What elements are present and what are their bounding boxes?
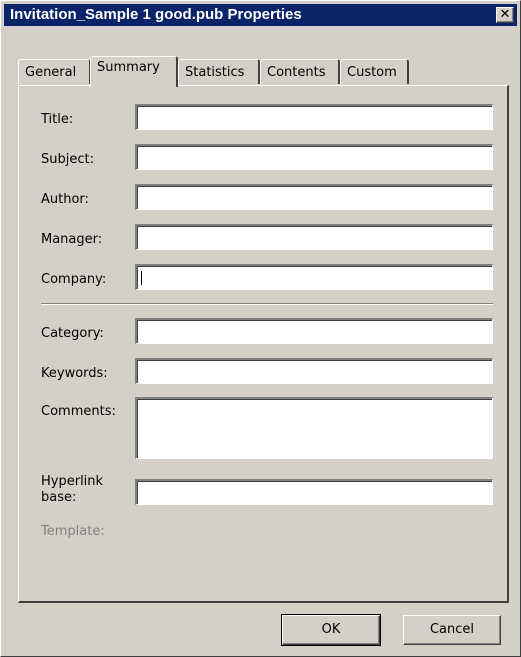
company-field[interactable] — [135, 264, 493, 290]
subject-field[interactable] — [135, 144, 493, 170]
keywords-label: Keywords: — [41, 366, 108, 381]
close-button[interactable]: ✕ — [496, 7, 514, 23]
ok-button[interactable]: OK — [281, 614, 381, 646]
tab-contents[interactable]: Contents — [260, 59, 340, 84]
hyperlink-label-line2: base: — [41, 490, 77, 505]
manager-label: Manager: — [41, 232, 103, 247]
subject-label: Subject: — [41, 152, 94, 167]
tab-statistics[interactable]: Statistics — [178, 59, 260, 84]
manager-field[interactable] — [135, 224, 493, 250]
tab-summary[interactable]: Summary — [90, 56, 178, 87]
summary-panel: Title: Subject: Author: Manager: Company… — [18, 85, 509, 603]
title-bar[interactable]: Invitation_Sample 1 good.pub Properties … — [4, 4, 517, 26]
keywords-field[interactable] — [135, 358, 493, 384]
author-field[interactable] — [135, 184, 493, 210]
cancel-button[interactable]: Cancel — [403, 615, 501, 645]
template-label: Template: — [41, 524, 105, 539]
author-label: Author: — [41, 192, 89, 207]
comments-label: Comments: — [41, 404, 116, 419]
category-label: Category: — [41, 326, 104, 341]
separator — [41, 303, 493, 305]
category-field[interactable] — [135, 318, 493, 344]
hyperlink-base-field[interactable] — [135, 479, 493, 505]
text-caret — [141, 271, 142, 285]
comments-field[interactable] — [135, 397, 493, 459]
properties-dialog: Invitation_Sample 1 good.pub Properties … — [0, 0, 521, 657]
title-label: Title: — [41, 112, 74, 127]
tab-general[interactable]: General — [18, 59, 91, 84]
close-icon: ✕ — [499, 7, 511, 22]
title-field[interactable] — [135, 104, 493, 130]
window-title: Invitation_Sample 1 good.pub Properties — [10, 6, 302, 23]
hyperlink-label-line1: Hyperlink — [41, 474, 104, 489]
tab-custom[interactable]: Custom — [340, 59, 409, 84]
company-label: Company: — [41, 272, 107, 287]
